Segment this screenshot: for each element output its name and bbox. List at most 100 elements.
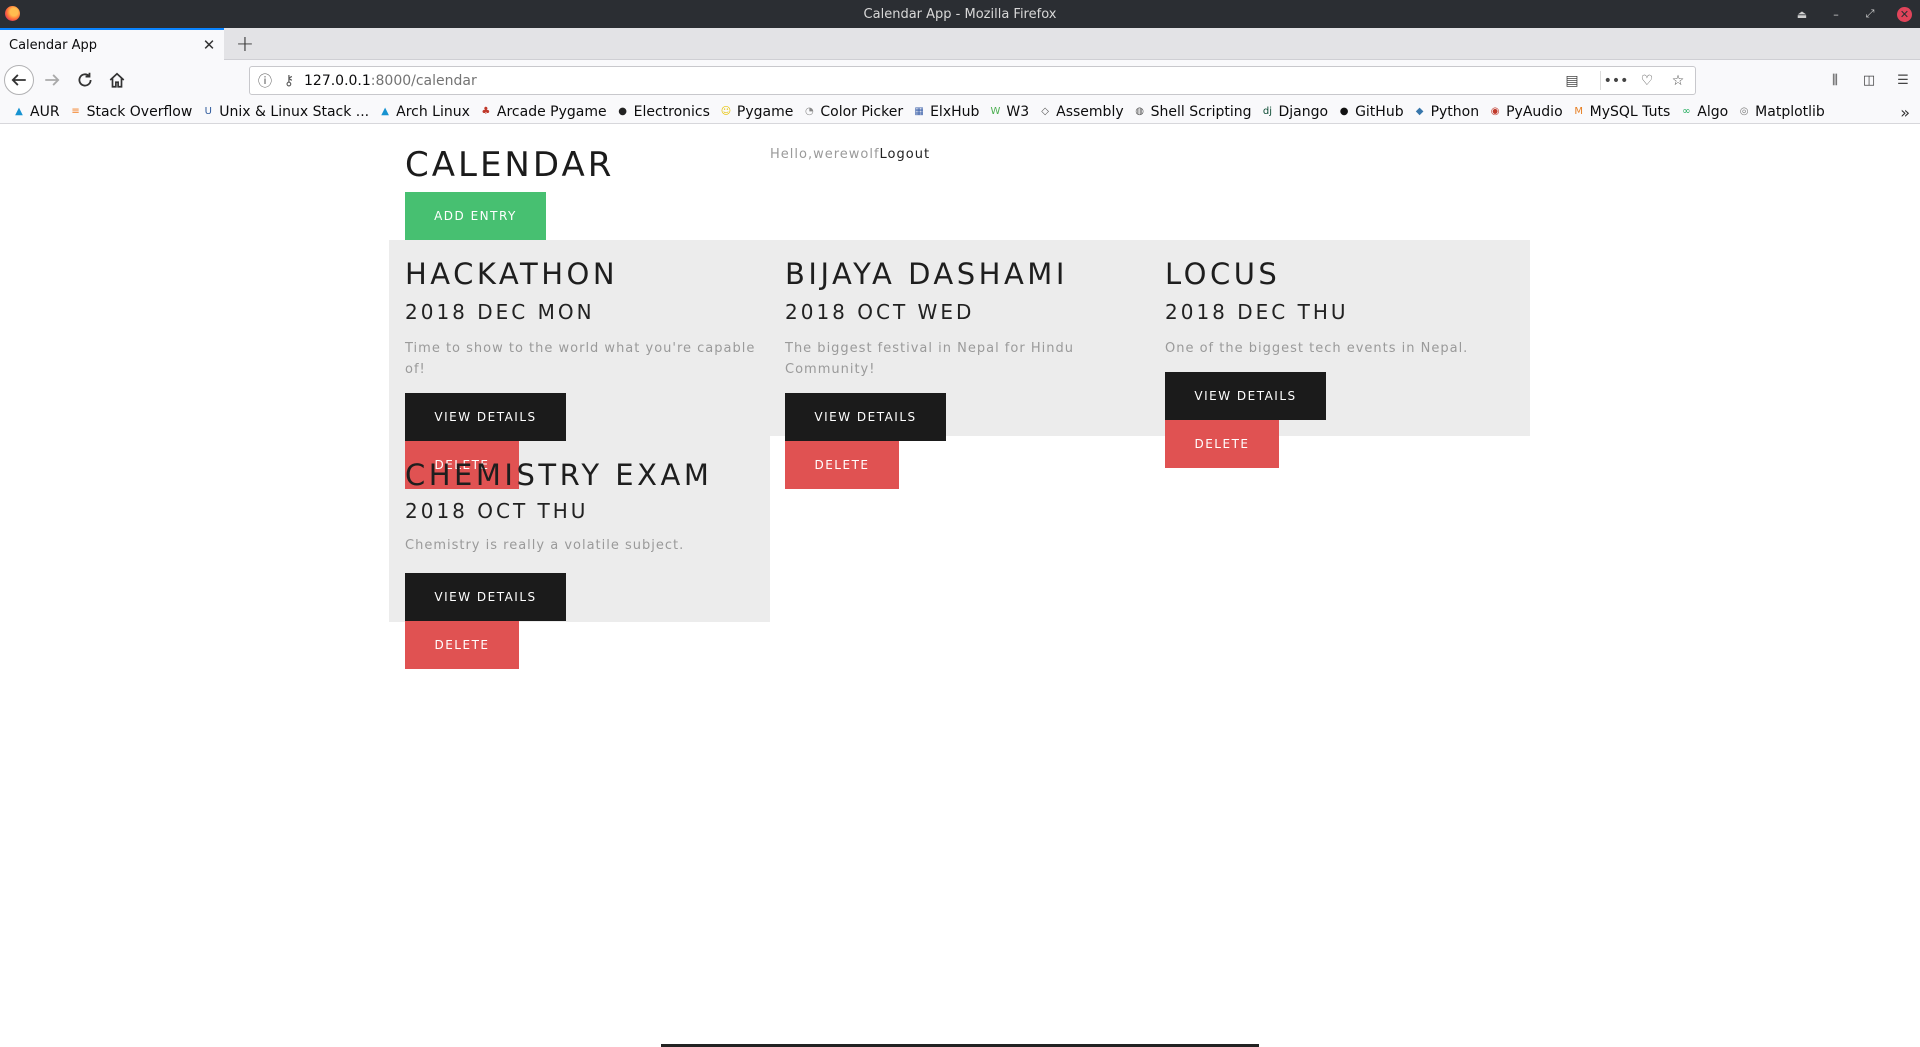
mysql-icon: M [1574, 106, 1583, 117]
bookmark-item[interactable]: ☺ Pygame [719, 104, 794, 120]
bookmark-item[interactable]: ♣ Arcade Pygame [479, 104, 606, 120]
unix-icon: U [204, 106, 212, 117]
bookmark-label: GitHub [1355, 103, 1404, 120]
arch-icon: ▲ [381, 106, 389, 117]
menu-hamburger-icon[interactable]: ☰ [1894, 73, 1912, 88]
home-icon [109, 72, 125, 88]
event-actions: VIEW DETAILS DELETE [785, 393, 946, 489]
bookmark-item[interactable]: ▦ ElxHub [912, 104, 979, 120]
bookmarks-toolbar: ▲ AUR ≡ Stack Overflow U Unix & Linux Stack .… [0, 100, 1920, 124]
stackoverflow-icon: ≡ [71, 106, 80, 117]
view-details-button[interactable]: VIEW DETAILS [405, 573, 566, 621]
event-date: 2018 OCT THU [405, 499, 589, 523]
event-card: LOCUS 2018 DEC THU One of the biggest te… [1165, 257, 1525, 359]
django-icon: dj [1262, 106, 1273, 117]
reload-button[interactable] [71, 66, 99, 94]
event-description: One of the biggest tech events in Nepal. [1165, 341, 1469, 356]
bookmark-item[interactable]: ▲ Arch Linux [378, 104, 470, 120]
pyaudio-icon: ◉ [1490, 106, 1500, 117]
bookmark-label: Color Picker [820, 103, 904, 120]
library-icon[interactable]: ⫼ [1826, 73, 1844, 88]
event-card: HACKATHON 2018 DEC MON Time to show to t… [405, 257, 765, 380]
reader-view-icon[interactable]: ▤ [1563, 73, 1581, 89]
tab-close-icon[interactable]: ✕ [199, 36, 219, 54]
bookmark-label: Assembly [1056, 103, 1124, 120]
event-card: BIJAYA DASHAMI 2018 OCT WED The biggest … [785, 257, 1145, 380]
globe-icon: ◍ [1135, 106, 1144, 117]
view-details-button[interactable]: VIEW DETAILS [785, 393, 946, 441]
event-title: HACKATHON [405, 257, 619, 291]
new-tab-button[interactable]: + [232, 31, 258, 57]
delete-button[interactable]: DELETE [1165, 420, 1279, 468]
github-icon: ● [1339, 106, 1349, 117]
bookmarks-overflow-chevron-icon[interactable]: » [1900, 100, 1910, 124]
reload-icon [78, 72, 92, 87]
bookmark-item[interactable]: ◇ Assembly [1038, 104, 1123, 120]
window-close-button[interactable]: ✕ [1897, 6, 1912, 22]
event-description: Time to show to the world what you're ca… [405, 341, 756, 377]
event-title: LOCUS [1165, 257, 1281, 291]
event-actions: VIEW DETAILS DELETE [1165, 372, 1326, 468]
event-description: The biggest festival in Nepal for Hindu … [785, 341, 1074, 377]
logout-link[interactable]: Logout [880, 147, 931, 162]
bookmark-item[interactable]: ◉ PyAudio [1488, 104, 1563, 120]
bookmark-item[interactable]: ◍ Shell Scripting [1133, 104, 1251, 120]
bookmark-item[interactable]: U Unix & Linux Stack ... [201, 103, 370, 120]
bookmark-star-icon[interactable]: ☆ [1669, 73, 1687, 89]
view-details-button[interactable]: VIEW DETAILS [1165, 372, 1326, 420]
delete-button[interactable]: DELETE [405, 621, 519, 669]
window-keep-above-icon[interactable]: ⏏ [1795, 8, 1809, 21]
back-button[interactable] [4, 65, 34, 95]
bookmark-item[interactable]: ● Electronics [616, 104, 710, 120]
event-date: 2018 OCT WED [785, 300, 975, 324]
pocket-icon[interactable]: ♡ [1638, 73, 1656, 89]
event-actions: VIEW DETAILS DELETE [405, 573, 566, 669]
matplotlib-icon: ◎ [1739, 106, 1749, 117]
sidebar-icon[interactable]: ◫ [1860, 73, 1878, 88]
bookmark-item[interactable]: ◔ Color Picker [802, 104, 903, 120]
bookmark-label: PyAudio [1506, 103, 1563, 120]
window-title: Calendar App - Mozilla Firefox [863, 6, 1057, 22]
bookmark-label: Django [1278, 103, 1329, 120]
navigation-toolbar: ⓘ ⚷ 127.0.0.1:8000/calendar ▤ ••• ♡ ☆ ⫼ … [0, 60, 1920, 100]
tab-title: Calendar App [9, 37, 97, 53]
bookmark-label: MySQL Tuts [1589, 103, 1671, 120]
bookmark-label: AUR [30, 103, 60, 120]
bookmark-item[interactable]: ◎ Matplotlib [1737, 104, 1825, 120]
bookmark-label: Unix & Linux Stack ... [219, 103, 370, 120]
bookmark-label: Arch Linux [396, 103, 470, 120]
firefox-logo-icon [5, 6, 20, 21]
bookmark-item[interactable]: ≡ Stack Overflow [69, 104, 192, 120]
home-button[interactable] [103, 66, 131, 94]
forward-button[interactable] [38, 66, 66, 94]
url-bar[interactable]: ⓘ ⚷ 127.0.0.1:8000/calendar ▤ ••• ♡ ☆ [249, 66, 1696, 95]
page-actions-icon[interactable]: ••• [1604, 73, 1629, 89]
leaf-icon: ♣ [481, 106, 491, 117]
bookmark-label: Matplotlib [1755, 103, 1825, 120]
site-info-icon[interactable]: ⓘ [256, 71, 274, 91]
bookmark-item[interactable]: dj Django [1260, 104, 1328, 120]
bookmark-item[interactable]: ● GitHub [1337, 104, 1404, 120]
add-entry-button[interactable]: ADD ENTRY [405, 192, 546, 240]
window-maximize-button[interactable]: ⤢ [1863, 7, 1877, 21]
greeting-text: Hello,werewolf [770, 147, 880, 162]
key-icon[interactable]: ⚷ [280, 73, 298, 89]
window-titlebar: Calendar App - Mozilla Firefox ⏏ – ⤢ ✕ [0, 0, 1920, 28]
algo-icon: ∞ [1682, 106, 1691, 117]
url-host: 127.0.0.1 [304, 72, 371, 89]
bookmark-item[interactable]: M MySQL Tuts [1572, 103, 1671, 120]
grid-icon: ▦ [914, 106, 924, 117]
view-details-button[interactable]: VIEW DETAILS [405, 393, 566, 441]
event-date: 2018 DEC MON [405, 300, 595, 324]
event-title: BIJAYA DASHAMI [785, 257, 1068, 291]
delete-button[interactable]: DELETE [785, 441, 899, 489]
bookmark-item[interactable]: ▲ AUR [12, 103, 60, 120]
window-minimize-button[interactable]: – [1829, 8, 1843, 21]
tab-calendar-app[interactable]: Calendar App ✕ [0, 28, 224, 60]
bookmark-item[interactable]: W W3 [988, 104, 1029, 120]
bookmark-label: Algo [1697, 103, 1729, 120]
back-arrow-icon [11, 74, 26, 86]
w3-icon: W [990, 106, 1001, 117]
bookmark-item[interactable]: ∞ Algo [1679, 104, 1728, 120]
bookmark-item[interactable]: ◆ Python [1413, 104, 1479, 120]
